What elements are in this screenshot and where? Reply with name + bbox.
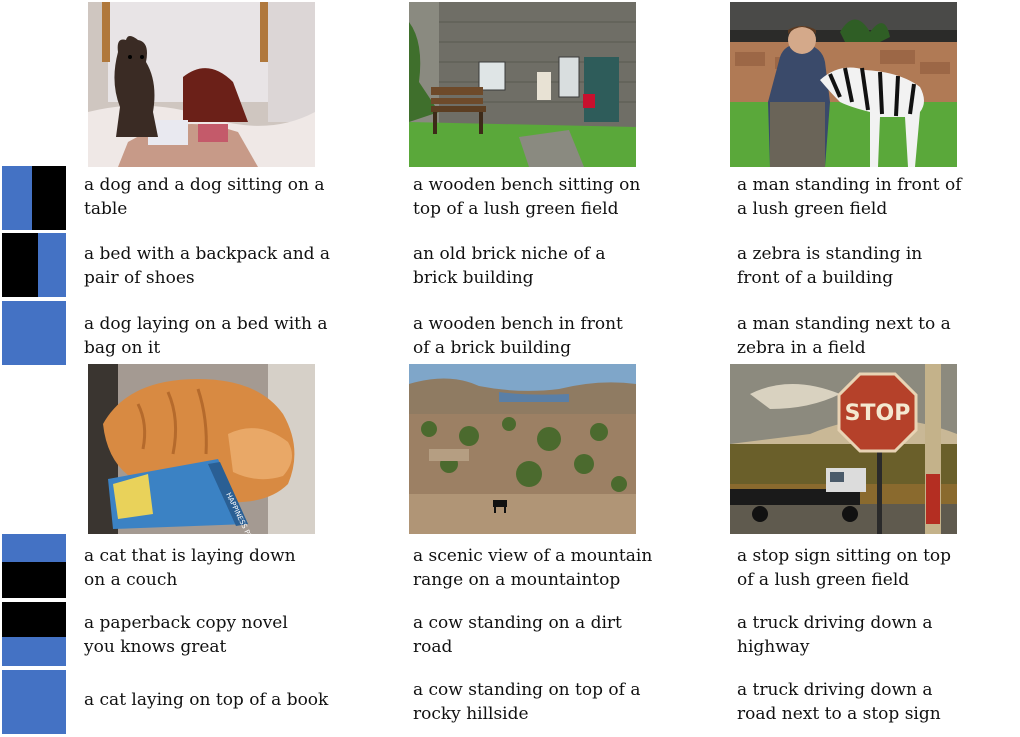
photo-cat-on-book: HAPPINESS PROJECT [88,364,315,534]
stop-sign-text: STOP [845,401,911,426]
caption: a stop sign sitting on top of a lush gre… [737,546,952,590]
photo-mountain-landscape [409,364,636,534]
attention-mask-4 [2,534,66,598]
panel-2: HAPPINESS PROJECT [0,0,1020,734]
caption: a cat laying on top of a book [84,690,329,710]
caption: a scenic view of a mountain range on a m… [413,546,653,590]
caption: a cat that is laying down on a couch [84,546,296,590]
caption: a truck driving down a highway [737,613,933,657]
caption: a cow standing on top of a rocky hillsid… [413,680,641,724]
caption: a paperback copy novel you knows great [84,613,288,657]
attention-mask-5 [2,602,66,666]
caption: a cow standing on a dirt road [413,613,622,657]
caption: a truck driving down a road next to a st… [737,680,941,724]
attention-mask-6 [2,670,66,734]
photo-stop-sign-and-truck: STOP [730,364,957,534]
